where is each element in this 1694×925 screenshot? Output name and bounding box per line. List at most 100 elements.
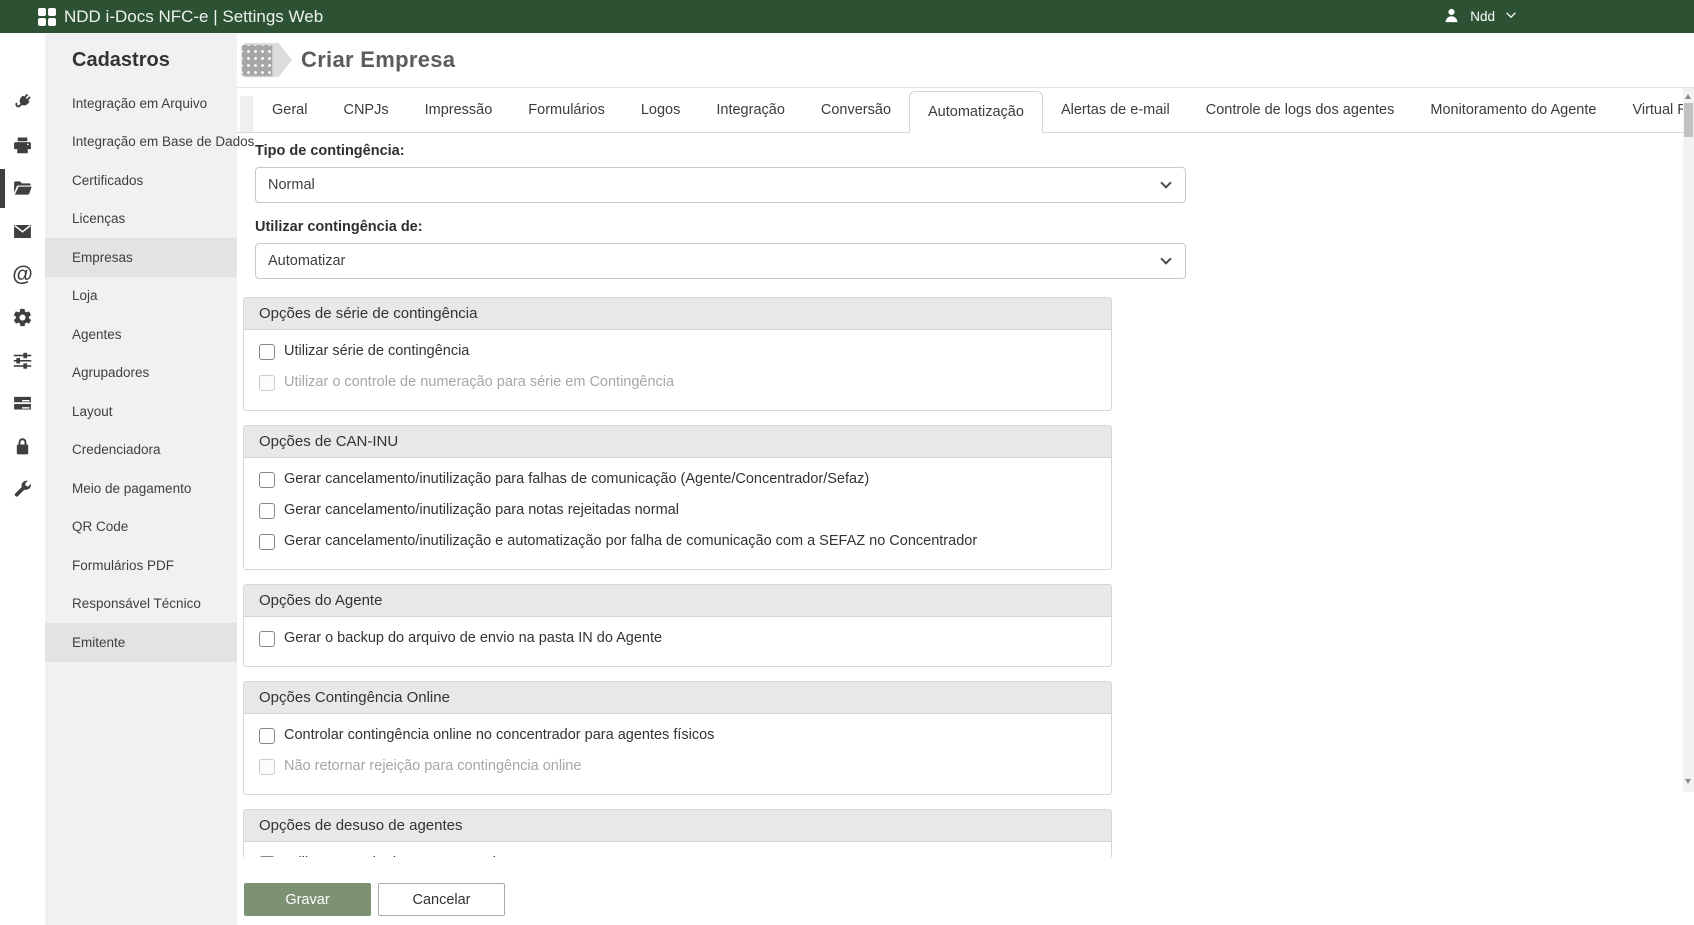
section-header: Opções Contingência Online	[244, 682, 1111, 714]
menu-item-qr-code[interactable]: QR Code	[45, 508, 237, 547]
contingency-type-select[interactable]: Normal	[255, 167, 1186, 203]
at-sign-icon[interactable]: @	[0, 253, 45, 296]
checkbox-label: Gerar o backup do arquivo de envio na pa…	[284, 630, 662, 647]
section-opcoes-de-desuso-de-agentes: Opções de desuso de agentes Utilizar cont…	[243, 809, 1112, 857]
tab-conversao[interactable]: Conversão	[803, 88, 909, 132]
field-label: Utilizar contingência de:	[255, 219, 1683, 236]
option-row: Gerar cancelamento/inutilização para fal…	[244, 464, 1111, 495]
checkbox[interactable]	[259, 503, 275, 519]
section-opcoes-do-agente: Opções do Agente Gerar o backup do arquiv…	[243, 584, 1112, 667]
checkbox	[259, 375, 275, 391]
checkbox[interactable]	[259, 472, 275, 488]
menu-item-integracao-em-base-de-dados[interactable]: Integração em Base de Dados	[45, 123, 237, 162]
menu-item-meio-de-pagamento[interactable]: Meio de pagamento	[45, 469, 237, 508]
cancel-button[interactable]: Cancelar	[378, 883, 505, 916]
tab-logos[interactable]: Logos	[623, 88, 699, 132]
envelope-icon[interactable]	[0, 210, 45, 253]
menu-item-licencas[interactable]: Licenças	[45, 200, 237, 239]
menu-list: Integração em ArquivoIntegração em Base …	[45, 84, 237, 662]
tab-impressao[interactable]: Impressão	[407, 88, 511, 132]
tab-monitoramento-do-agente[interactable]: Monitoramento do Agente	[1412, 88, 1614, 132]
vertical-scrollbar[interactable]	[1683, 88, 1694, 792]
folder-open-icon[interactable]	[0, 167, 45, 210]
option-row: Gerar cancelamento/inutilização e automa…	[244, 526, 1111, 557]
app-title: NDD i-Docs NFC-e | Settings Web	[64, 7, 323, 27]
section-opcoes-contingencia-online: Opções Contingência Online Controlar cont…	[243, 681, 1112, 795]
printer-icon[interactable]	[0, 124, 45, 167]
checkbox-label: Gerar cancelamento/inutilização para fal…	[284, 471, 869, 488]
server-icon[interactable]	[0, 382, 45, 425]
app-logo-icon[interactable]	[38, 8, 56, 26]
page-title: Criar Empresa	[301, 47, 455, 73]
tab-content: Tipo de contingência: Normal Utilizar co…	[237, 133, 1683, 857]
checkbox[interactable]	[259, 344, 275, 360]
menu-item-formularios-pdf[interactable]: Formulários PDF	[45, 546, 237, 585]
option-row: Gerar o backup do arquivo de envio na pa…	[244, 623, 1111, 654]
sliders-icon[interactable]	[0, 339, 45, 382]
checkbox-label: Não retornar rejeição para contingência …	[284, 758, 581, 775]
menu-heading: Cadastros	[72, 47, 237, 73]
tab-formularios[interactable]: Formulários	[510, 88, 623, 132]
tab-automatizacao[interactable]: Automatização	[909, 91, 1043, 133]
scrollbar-thumb[interactable]	[1684, 103, 1693, 137]
section-header: Opções de CAN-INU	[244, 426, 1111, 458]
tab-cnpjs[interactable]: CNPJs	[325, 88, 406, 132]
checkbox-label: Utilizar série de contingência	[284, 343, 469, 360]
topbar: NDD i-Docs NFC-e | Settings Web Ndd	[0, 0, 1694, 33]
menu-item-agentes[interactable]: Agentes	[45, 315, 237, 354]
checkbox-label: Controlar contingência online no concent…	[284, 727, 714, 744]
checkbox[interactable]	[259, 728, 275, 744]
section-body: Utilizar controle de agentes em desuso	[244, 842, 1111, 857]
icon-sidebar: @	[0, 33, 45, 925]
tab-bar: GeralCNPJsImpressãoFormuláriosLogosInteg…	[237, 88, 1694, 133]
field-label: Tipo de contingência:	[255, 143, 1683, 160]
section-body: Gerar o backup do arquivo de envio na pa…	[244, 617, 1111, 666]
scroll-down-arrow-icon[interactable]	[1685, 779, 1691, 784]
wrench-icon[interactable]	[0, 468, 45, 511]
checkbox[interactable]	[259, 534, 275, 550]
checkbox[interactable]	[259, 631, 275, 647]
checkbox-label: Gerar cancelamento/inutilização e automa…	[284, 533, 977, 550]
scroll-up-arrow-icon[interactable]	[1685, 94, 1691, 99]
checkbox	[259, 759, 275, 775]
menu-item-loja[interactable]: Loja	[45, 277, 237, 316]
section-body: Utilizar série de contingência Utilizar o…	[244, 330, 1111, 410]
main-content: Criar Empresa GeralCNPJsImpressãoFormulá…	[237, 33, 1694, 925]
option-row: Utilizar controle de agentes em desuso	[244, 848, 1111, 857]
save-button[interactable]: Gravar	[244, 883, 371, 916]
checkbox-label: Gerar cancelamento/inutilização para not…	[284, 502, 679, 519]
tab-alertas-de-e-mail[interactable]: Alertas de e-mail	[1043, 88, 1188, 132]
user-name: Ndd	[1470, 9, 1495, 24]
menu-item-certificados[interactable]: Certificados	[45, 161, 237, 200]
use-contingency-select[interactable]: Automatizar	[255, 243, 1186, 279]
lock-icon[interactable]	[0, 425, 45, 468]
chevron-down-icon	[1504, 8, 1518, 25]
user-menu[interactable]: Ndd	[1442, 0, 1518, 33]
option-sections: Opções de série de contingênciaUtilizar …	[243, 297, 1112, 857]
option-row: Não retornar rejeição para contingência …	[244, 751, 1111, 782]
tab-geral[interactable]: Geral	[254, 88, 325, 132]
menu-item-layout[interactable]: Layout	[45, 392, 237, 431]
section-header: Opções de série de contingência	[244, 298, 1111, 330]
tab-integracao[interactable]: Integração	[698, 88, 803, 132]
option-row: Utilizar série de contingência	[244, 336, 1111, 367]
plug-icon[interactable]	[0, 81, 45, 124]
menu-panel: Cadastros Integração em ArquivoIntegraçã…	[45, 33, 237, 925]
menu-item-agrupadores[interactable]: Agrupadores	[45, 354, 237, 393]
menu-item-empresas[interactable]: Empresas	[45, 238, 237, 277]
menu-item-emitente[interactable]: Emitente	[45, 623, 237, 662]
menu-item-responsavel-tecnico[interactable]: Responsável Técnico	[45, 585, 237, 624]
option-row: Utilizar o controle de numeração para sé…	[244, 367, 1111, 398]
tab-scroll-left-button	[240, 96, 253, 132]
option-row: Gerar cancelamento/inutilização para not…	[244, 495, 1111, 526]
section-header: Opções do Agente	[244, 585, 1111, 617]
company-icon	[242, 41, 292, 79]
option-row: Controlar contingência online no concent…	[244, 720, 1111, 751]
tab-controle-de-logs-dos-agentes[interactable]: Controle de logs dos agentes	[1188, 88, 1413, 132]
section-header: Opções de desuso de agentes	[244, 810, 1111, 842]
gear-icon[interactable]	[0, 296, 45, 339]
menu-item-credenciadora[interactable]: Credenciadora	[45, 431, 237, 470]
page-header: Criar Empresa	[237, 33, 1694, 88]
menu-item-integracao-em-arquivo[interactable]: Integração em Arquivo	[45, 84, 237, 123]
section-body: Controlar contingência online no concent…	[244, 714, 1111, 794]
